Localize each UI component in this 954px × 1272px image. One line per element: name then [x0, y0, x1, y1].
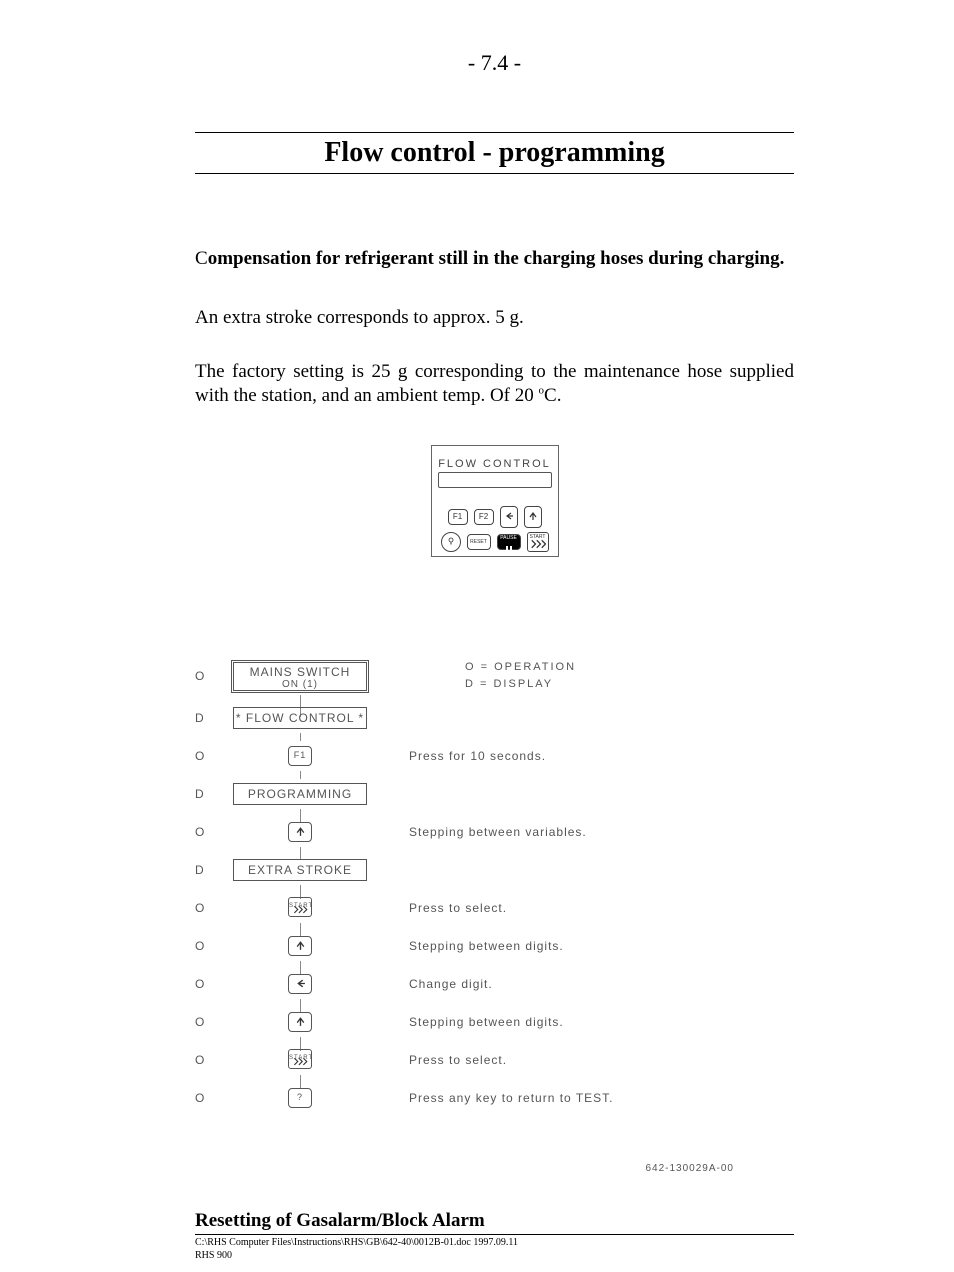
flow-tag: O	[195, 977, 225, 991]
flow-tag: D	[195, 787, 225, 801]
flow-note: Press to select.	[375, 901, 794, 915]
flow-tag: O	[195, 825, 225, 839]
flow-key-f1[interactable]: F1	[288, 746, 312, 766]
flow-note: Stepping between digits.	[375, 1015, 794, 1029]
flow-key-up[interactable]	[288, 1012, 312, 1032]
key-reset[interactable]: RESET	[467, 534, 491, 550]
flow-key-start[interactable]: START	[288, 1049, 312, 1069]
paragraph-1: An extra stroke corresponds to approx. 5…	[195, 306, 794, 330]
key-f1[interactable]: F1	[448, 509, 468, 525]
flow-tag: O	[195, 901, 225, 915]
keypad-panel: FLOW CONTROL F1 F2 RESET PAUSE START	[431, 445, 559, 557]
flow-tag: O	[195, 749, 225, 763]
key-pause[interactable]: PAUSE	[497, 534, 521, 550]
flow-note: Change digit.	[375, 977, 794, 991]
page-number: - 7.4 -	[195, 50, 794, 76]
flow-note: Press for 10 seconds.	[375, 749, 794, 763]
flow-note: Stepping between digits.	[375, 939, 794, 953]
flow-tag: O	[195, 1015, 225, 1029]
flow-key-left[interactable]	[288, 974, 312, 994]
paragraph-2: The factory setting is 25 g correspondin…	[195, 360, 794, 408]
flow-key-up[interactable]	[288, 822, 312, 842]
flow-tag: O	[195, 1053, 225, 1067]
legend: O = OPERATION D = DISPLAY	[375, 659, 794, 694]
flow-box-mains: MAINS SWITCHON (1)	[231, 660, 369, 693]
flow-box: * FLOW CONTROL *	[233, 707, 367, 729]
flow-note: Press to select.	[375, 1053, 794, 1067]
flow-note: Stepping between variables.	[375, 825, 794, 839]
page-title: Flow control - programming	[195, 132, 794, 174]
key-left[interactable]	[500, 506, 518, 528]
flow-box: EXTRA STROKE	[233, 859, 367, 881]
flow-key-up[interactable]	[288, 936, 312, 956]
flow-key-start[interactable]: START	[288, 897, 312, 917]
flow-key-any[interactable]: ?	[288, 1088, 312, 1108]
flow-box: PROGRAMMING	[233, 783, 367, 805]
flow-tag: O	[195, 1091, 225, 1105]
flow-tag: D	[195, 863, 225, 877]
flowchart: O MAINS SWITCHON (1) O = OPERATION D = D…	[195, 657, 794, 1113]
flow-tag: O	[195, 939, 225, 953]
drawing-id: 642-130029A-00	[195, 1163, 794, 1174]
footer: C:\RHS Computer Files\Instructions\RHS\G…	[195, 1235, 794, 1262]
subtitle: CCompensation for refrigerant still in t…	[195, 248, 794, 270]
lcd-text: FLOW CONTROL	[438, 458, 552, 470]
flow-tag: D	[195, 711, 225, 725]
key-up[interactable]	[524, 506, 542, 528]
key-light[interactable]	[441, 532, 461, 552]
lcd-screen	[438, 472, 552, 488]
key-f2[interactable]: F2	[474, 509, 494, 525]
key-start[interactable]: START	[527, 532, 549, 552]
section-heading: Resetting of Gasalarm/Block Alarm	[195, 1210, 794, 1232]
flow-note: Press any key to return to TEST.	[375, 1091, 794, 1105]
flow-tag: O	[195, 669, 225, 683]
